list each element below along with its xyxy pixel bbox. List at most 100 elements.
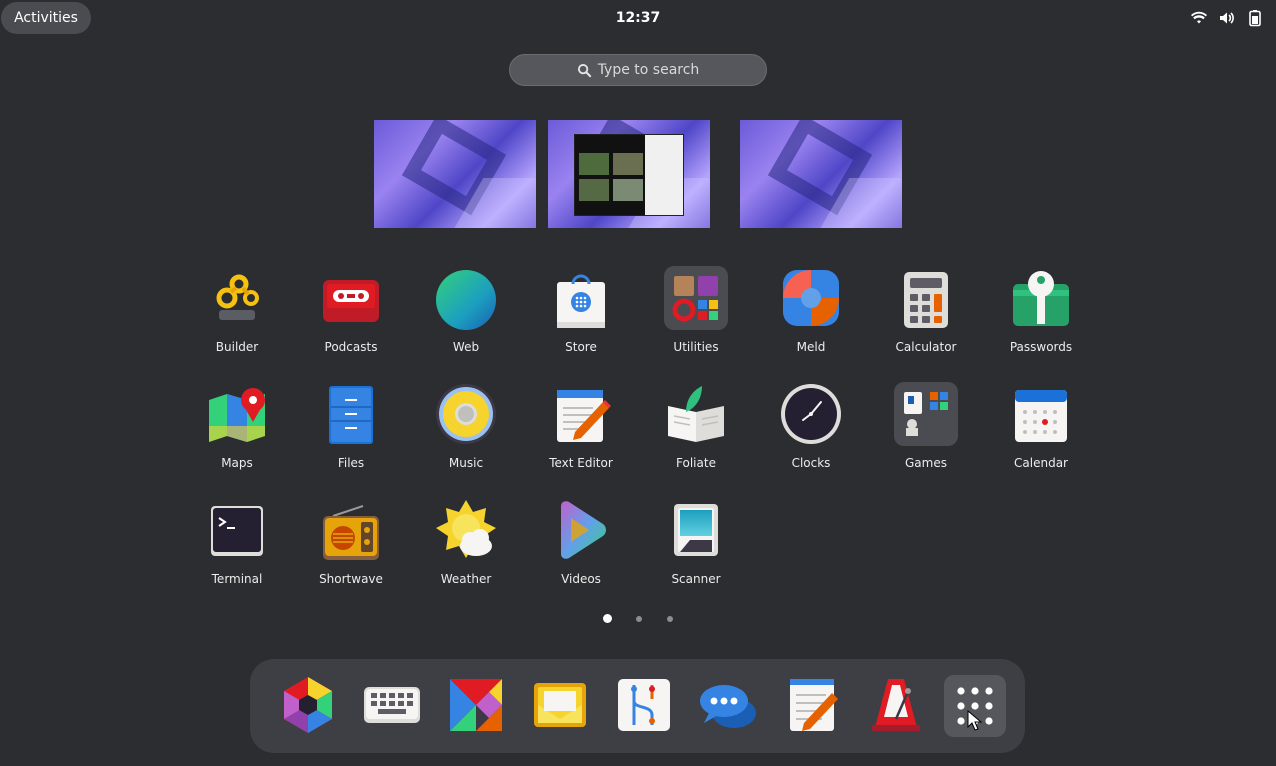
wifi-icon[interactable] [1190,9,1208,27]
app-label: Podcasts [324,340,378,354]
dock-keyboard[interactable] [362,675,422,735]
volume-icon[interactable] [1218,9,1236,27]
app-podcasts[interactable]: Podcasts [296,262,406,370]
web-browser-icon [434,266,498,330]
metronome-icon [872,679,920,731]
music-speaker-icon [434,382,498,446]
search-placeholder: Type to search [597,62,700,78]
page-indicator-2[interactable] [636,616,642,622]
dock-notes[interactable] [782,675,842,735]
app-label: Games [905,456,947,470]
dock-metronome[interactable] [866,675,926,735]
app-label: Store [565,340,597,354]
dash [250,659,1025,753]
radio-icon [319,498,383,562]
dock-software[interactable] [278,675,338,735]
search-icon [577,63,591,77]
app-shortwave[interactable]: Shortwave [296,494,406,602]
calendar-icon [1009,382,1073,446]
games-folder-icon [894,382,958,446]
app-label: Files [337,456,365,470]
calculator-icon [894,266,958,330]
show-apps-icon [957,687,993,731]
app-label: Weather [440,572,492,586]
app-label: Maps [221,456,253,470]
mail-icon [534,683,586,727]
system-tray[interactable] [1190,8,1264,28]
dock-mail[interactable] [530,675,590,735]
app-clocks[interactable]: Clocks [756,378,866,486]
battery-icon[interactable] [1246,9,1264,27]
store-bag-icon [549,266,613,330]
app-label: Clocks [791,456,831,470]
app-label: Passwords [1009,340,1073,354]
workspace-thumbnail-2[interactable] [548,120,710,228]
app-label: Meld [796,340,826,354]
utilities-folder-icon [664,266,728,330]
app-label: Web [452,340,480,354]
window-thumbnail[interactable] [574,134,684,216]
clock[interactable]: 12:37 [588,0,688,36]
app-text-editor[interactable]: Text Editor [526,378,636,486]
passwords-key-icon [1009,266,1073,330]
app-label: Shortwave [319,572,383,586]
app-meld[interactable]: Meld [756,262,866,370]
text-editor-icon [549,382,613,446]
videos-play-icon [549,498,613,562]
activities-button[interactable]: Activities [1,2,91,34]
workspace-thumbnail-1[interactable] [374,120,536,228]
show-apps-button[interactable] [944,675,1006,737]
app-label: Terminal [211,572,263,586]
clock-icon [779,382,843,446]
meld-icon [779,266,843,330]
app-terminal[interactable]: Terminal [182,494,292,602]
app-videos[interactable]: Videos [526,494,636,602]
workspace-thumbnail-3[interactable] [740,120,902,228]
scanner-icon [664,498,728,562]
weather-sun-cloud-icon [434,498,498,562]
app-label: Text Editor [549,456,613,470]
app-label: Foliate [676,456,716,470]
app-web[interactable]: Web [411,262,521,370]
app-label: Scanner [671,572,721,586]
app-calendar[interactable]: Calendar [986,378,1096,486]
dock-chat[interactable] [698,675,758,735]
maps-icon [205,382,269,446]
search-entry[interactable]: Type to search [509,54,767,86]
keyboard-icon [364,687,420,723]
app-weather[interactable]: Weather [411,494,521,602]
app-label: Music [448,456,484,470]
app-store[interactable]: Store [526,262,636,370]
app-foliate[interactable]: Foliate [641,378,751,486]
chat-icon [700,685,756,728]
dock-git[interactable] [614,675,674,735]
foliate-book-icon [664,382,728,446]
app-builder[interactable]: Builder [182,262,292,370]
dock-tangram[interactable] [446,675,506,735]
app-calculator[interactable]: Calculator [871,262,981,370]
app-scanner[interactable]: Scanner [641,494,751,602]
builder-icon [205,266,269,330]
git-icon [618,679,670,731]
terminal-icon [205,498,269,562]
notes-icon [790,679,838,731]
app-folder-games[interactable]: Games [871,378,981,486]
app-music[interactable]: Music [411,378,521,486]
software-icon [284,677,332,733]
app-files[interactable]: Files [296,378,406,486]
app-label: Utilities [673,340,719,354]
page-indicator-1[interactable] [603,614,612,623]
podcasts-icon [319,266,383,330]
app-folder-utilities[interactable]: Utilities [641,262,751,370]
files-cabinet-icon [319,382,383,446]
app-label: Builder [215,340,259,354]
tangram-icon [450,679,502,731]
app-passwords[interactable]: Passwords [986,262,1096,370]
top-bar: Activities 12:37 [0,0,1276,36]
page-indicator-3[interactable] [667,616,673,622]
app-maps[interactable]: Maps [182,378,292,486]
app-label: Calendar [1014,456,1068,470]
app-label: Videos [561,572,601,586]
app-label: Calculator [895,340,957,354]
mouse-pointer-icon [967,709,983,731]
